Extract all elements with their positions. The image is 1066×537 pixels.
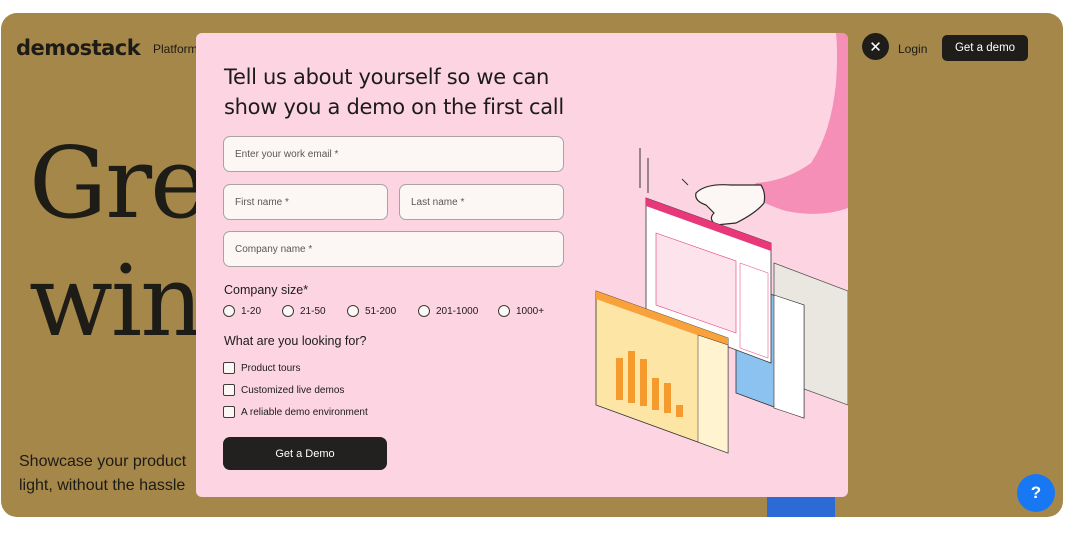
- radio-circle[interactable]: [223, 305, 235, 317]
- radio-label: 1000+: [516, 305, 545, 317]
- help-button[interactable]: ?: [1017, 474, 1055, 512]
- checkbox-label: Product tours: [241, 362, 301, 374]
- company-size-radio-201-1000[interactable]: 201-1000: [418, 305, 498, 317]
- company-size-radio-1000-plus[interactable]: 1000+: [498, 305, 544, 317]
- close-icon: ✕: [869, 38, 882, 56]
- hero-headline-line1: Gre: [29, 127, 208, 241]
- checkbox-reliable-demo-environment[interactable]: A reliable demo environment: [223, 401, 368, 423]
- get-a-demo-header-button[interactable]: Get a demo: [942, 35, 1028, 61]
- radio-label: 51-200: [365, 305, 397, 317]
- checkbox-box[interactable]: [223, 362, 235, 374]
- email-placeholder: Enter your work email *: [235, 148, 339, 160]
- radio-circle[interactable]: [418, 305, 430, 317]
- radio-label: 201-1000: [436, 305, 479, 317]
- checkbox-label: A reliable demo environment: [241, 406, 368, 418]
- help-icon: ?: [1030, 483, 1042, 502]
- radio-label: 1-20: [241, 305, 262, 317]
- demostack-logo[interactable]: demostack: [16, 36, 141, 60]
- radio-label: 21-50: [300, 305, 326, 317]
- looking-for-options: Product tours Customized live demos A re…: [223, 357, 368, 423]
- company-size-radio-21-50[interactable]: 21-50: [282, 305, 347, 317]
- checkbox-box[interactable]: [223, 384, 235, 396]
- checkbox-product-tours[interactable]: Product tours: [223, 357, 368, 379]
- hero-subtitle: Showcase your product light, without the…: [19, 450, 186, 498]
- hero-subtitle-line2: light, without the hassle: [19, 477, 186, 494]
- company-name-field[interactable]: Company name *: [223, 231, 564, 267]
- modal-title: Tell us about yourself so we can show yo…: [224, 65, 564, 119]
- checkbox-box[interactable]: [223, 406, 235, 418]
- company-size-label: Company size*: [224, 283, 309, 297]
- first-name-placeholder: First name *: [235, 196, 289, 208]
- hero-subtitle-line1: Showcase your product: [19, 453, 187, 470]
- demo-request-modal: Tell us about yourself so we can show yo…: [196, 33, 848, 497]
- radio-circle[interactable]: [498, 305, 510, 317]
- demo-illustration: [595, 33, 848, 454]
- radio-circle[interactable]: [282, 305, 294, 317]
- hero-headline-line2: win: [29, 245, 203, 359]
- background-decoration: [767, 495, 835, 517]
- company-name-placeholder: Company name *: [235, 243, 313, 255]
- checkbox-customized-live-demos[interactable]: Customized live demos: [223, 379, 368, 401]
- get-a-demo-submit-button[interactable]: Get a Demo: [223, 437, 387, 470]
- radio-circle[interactable]: [347, 305, 359, 317]
- last-name-placeholder: Last name *: [411, 196, 465, 208]
- looking-for-label: What are you looking for?: [224, 334, 367, 348]
- last-name-field[interactable]: Last name *: [399, 184, 564, 220]
- company-size-radio-1-20[interactable]: 1-20: [223, 305, 282, 317]
- company-size-radio-51-200[interactable]: 51-200: [347, 305, 418, 317]
- company-size-options: 1-20 21-50 51-200 201-1000 1000+: [223, 305, 544, 317]
- login-link[interactable]: Login: [898, 42, 927, 56]
- checkbox-label: Customized live demos: [241, 384, 345, 396]
- first-name-field[interactable]: First name *: [223, 184, 388, 220]
- close-modal-button[interactable]: ✕: [862, 33, 889, 60]
- email-field[interactable]: Enter your work email *: [223, 136, 564, 172]
- nav-platform[interactable]: Platform: [153, 42, 198, 56]
